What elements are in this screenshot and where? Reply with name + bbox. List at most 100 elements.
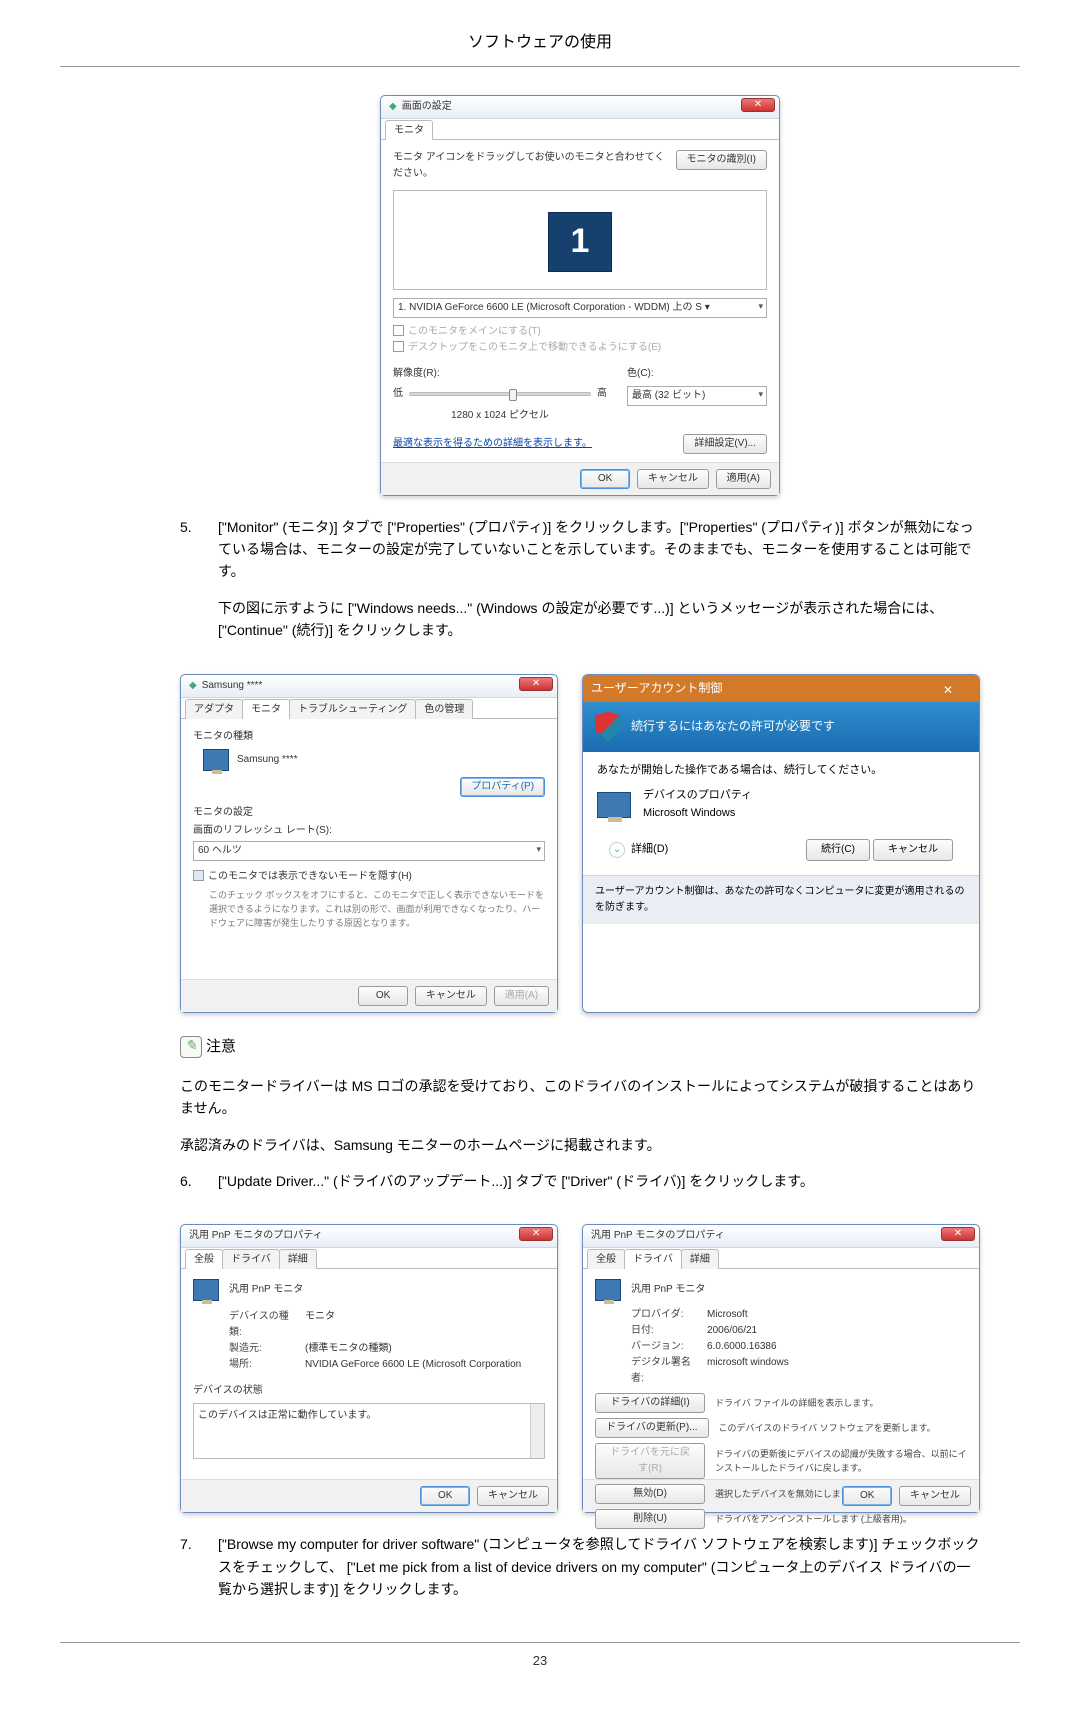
desc: ドライバの更新後にデバイスの認識が失敗する場合、以前にインストールしたドライバに…	[715, 1447, 967, 1476]
uac-footer: ユーザーアカウント制御は、あなたの許可なくコンピュータに変更が適用されるのを防ぎ…	[583, 875, 979, 924]
uac-item-sub: Microsoft Windows	[643, 805, 752, 823]
note-heading: ✎ 注意	[180, 1035, 980, 1059]
tab-adapter[interactable]: アダプタ	[185, 699, 243, 719]
tab-monitor[interactable]: モニタ	[385, 120, 433, 140]
value: 6.0.6000.16386	[707, 1339, 777, 1355]
uninstall-button[interactable]: 削除(U)	[595, 1509, 705, 1529]
monitor-icon	[203, 749, 229, 771]
value: microsoft windows	[707, 1355, 789, 1387]
group-set-label: モニタの設定	[193, 805, 545, 821]
properties-button[interactable]: プロパティ(P)	[460, 777, 545, 797]
apply-button[interactable]: 適用(A)	[716, 469, 771, 489]
color-label: 色(C):	[627, 366, 767, 382]
value: 2006/06/21	[707, 1323, 757, 1339]
hide-mode-note: このチェック ボックスをオフにすると、このモニタで正しく表示できないモードを選択…	[209, 888, 545, 931]
step-6: 6. ["Update Driver..." (ドライバのアップデート...)]…	[180, 1170, 980, 1206]
note-label: 注意	[206, 1035, 236, 1059]
ok-button[interactable]: OK	[580, 469, 630, 489]
advanced-settings-button[interactable]: 詳細設定(V)...	[683, 434, 767, 454]
tab-color[interactable]: 色の管理	[415, 699, 473, 719]
uac-body-text: あなたが開始した操作である場合は、続行してください。	[597, 762, 965, 780]
chevron-down-icon[interactable]: ⌄	[609, 842, 625, 858]
close-icon[interactable]: ✕	[519, 677, 553, 691]
resolution-label: 解像度(R):	[393, 366, 607, 382]
uac-item-title: デバイスのプロパティ	[643, 787, 752, 805]
device-name: 汎用 PnP モニタ	[229, 1282, 303, 1298]
tab-trouble[interactable]: トラブルシューティング	[289, 699, 416, 719]
close-icon[interactable]: ✕	[943, 681, 971, 695]
label: 製造元:	[229, 1341, 299, 1357]
monitor-name: Samsung ****	[237, 752, 298, 768]
tab-driver[interactable]: ドライバ	[624, 1249, 682, 1269]
close-icon[interactable]: ✕	[941, 1227, 975, 1241]
chk-main: このモニタをメインにする(T)	[408, 326, 541, 337]
value: モニタ	[305, 1309, 335, 1341]
ok-button[interactable]: OK	[842, 1486, 892, 1506]
uac-head-text: 続行するにはあなたの許可が必要です	[631, 717, 835, 736]
res-high: 高	[597, 386, 607, 402]
display-settings-dialog: ◆ 画面の設定 ✕ モニタ モニタ アイコンをドラッグしてお使いのモニタと合わせ…	[380, 95, 780, 496]
status-box: このデバイスは正常に動作しています。	[193, 1403, 545, 1459]
label: デジタル署名者:	[631, 1355, 701, 1387]
step-5: 5. ["Monitor" (モニタ)] タブで ["Properties" (…	[180, 516, 980, 656]
note-p1: このモニタードライバーは MS ロゴの承認を受けており、このドライバのインストー…	[180, 1075, 980, 1120]
close-icon[interactable]: ✕	[519, 1227, 553, 1241]
tab-general[interactable]: 全般	[587, 1249, 625, 1269]
page-number: 23	[60, 1642, 1020, 1672]
close-icon[interactable]: ✕	[741, 98, 775, 112]
drag-instruction: モニタ アイコンをドラッグしてお使いのモニタと合わせてください。	[393, 150, 668, 182]
desc: ドライバをアンインストールします (上級者用)。	[715, 1512, 912, 1526]
tab-driver[interactable]: ドライバ	[222, 1249, 280, 1269]
label: バージョン:	[631, 1339, 701, 1355]
refresh-combo[interactable]: 60 ヘルツ	[193, 841, 545, 861]
ok-button[interactable]: OK	[358, 986, 408, 1006]
driver-details-button[interactable]: ドライバの詳細(I)	[595, 1393, 705, 1413]
value: NVIDIA GeForce 6600 LE (Microsoft Corpor…	[305, 1357, 521, 1373]
step-7: 7. ["Browse my computer for driver softw…	[180, 1533, 980, 1614]
tab-monitor[interactable]: モニタ	[242, 699, 290, 719]
step-number: 6.	[180, 1170, 202, 1206]
desc: ドライバ ファイルの詳細を表示します。	[715, 1396, 878, 1410]
resolution-slider[interactable]	[409, 392, 591, 396]
shield-icon	[595, 712, 621, 742]
res-low: 低	[393, 386, 403, 402]
cancel-button[interactable]: キャンセル	[477, 1486, 549, 1506]
continue-button[interactable]: 続行(C)	[806, 839, 870, 861]
monitor-icon[interactable]: 1	[548, 212, 612, 272]
disable-button[interactable]: 無効(D)	[595, 1484, 705, 1504]
chk-hide-modes[interactable]: このモニタでは表示できないモードを隠す(H)	[208, 871, 412, 882]
device-icon	[597, 792, 631, 818]
group-kind-label: モニタの種類	[193, 729, 545, 745]
status-text: このデバイスは正常に動作しています。	[198, 1410, 376, 1421]
resolution-value: 1280 x 1024 ピクセル	[393, 408, 607, 424]
label: デバイスの種類:	[229, 1309, 299, 1341]
uac-title: ユーザーアカウント制御	[591, 679, 722, 698]
optimal-display-link[interactable]: 最適な表示を得るための詳細を表示します。	[393, 436, 592, 452]
cancel-button[interactable]: キャンセル	[899, 1486, 971, 1506]
step7-p1: ["Browse my computer for driver software…	[218, 1533, 980, 1600]
tab-detail[interactable]: 詳細	[681, 1249, 719, 1269]
uac-dialog: ユーザーアカウント制御 ✕ 続行するにはあなたの許可が必要です あなたが開始した…	[582, 674, 980, 1013]
label: プロバイダ:	[631, 1307, 701, 1323]
monitor-icon	[595, 1279, 621, 1301]
dialog-title: 汎用 PnP モニタのプロパティ	[189, 1228, 323, 1244]
tab-detail[interactable]: 詳細	[279, 1249, 317, 1269]
desc: このデバイスのドライバ ソフトウェアを更新します。	[719, 1421, 936, 1435]
ok-button[interactable]: OK	[420, 1486, 470, 1506]
value: Microsoft	[707, 1307, 748, 1323]
cancel-button[interactable]: キャンセル	[873, 839, 953, 861]
dialog-title: Samsung ****	[202, 678, 263, 694]
details-button[interactable]: 詳細(D)	[631, 841, 668, 859]
cancel-button[interactable]: キャンセル	[415, 986, 487, 1006]
adapter-combo[interactable]: 1. NVIDIA GeForce 6600 LE (Microsoft Cor…	[393, 298, 767, 318]
step-number: 5.	[180, 516, 202, 656]
scrollbar[interactable]	[530, 1404, 544, 1458]
cancel-button[interactable]: キャンセル	[637, 469, 709, 489]
page-title: ソフトウェアの使用	[60, 30, 1020, 67]
desc: 選択したデバイスを無効にします。	[715, 1487, 858, 1501]
identify-monitors-button[interactable]: モニタの識別(I)	[676, 150, 767, 170]
pnp-general-dialog: 汎用 PnP モニタのプロパティ ✕ 全般 ドライバ 詳細 汎用 PnP モニタ…	[180, 1224, 558, 1513]
color-combo[interactable]: 最高 (32 ビット)	[627, 386, 767, 406]
tab-general[interactable]: 全般	[185, 1249, 223, 1269]
update-driver-button[interactable]: ドライバの更新(P)...	[595, 1418, 708, 1438]
